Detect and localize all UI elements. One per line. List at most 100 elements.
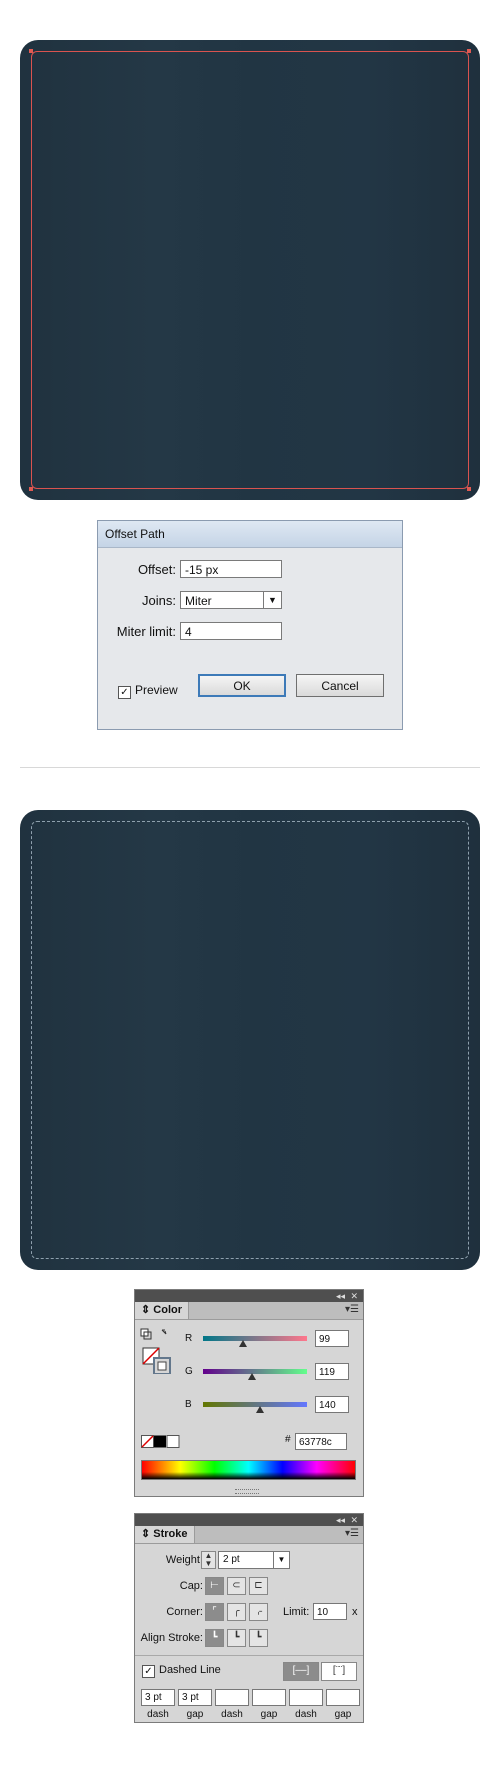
b-input[interactable]: 140 bbox=[315, 1396, 349, 1413]
fill-stroke-indicator[interactable] bbox=[140, 1328, 171, 1375]
panel-menu-icon[interactable]: ▾☰ bbox=[345, 1528, 359, 1539]
preview-checkbox[interactable]: ✓ Preview bbox=[118, 683, 178, 699]
joins-row: Joins: Miter ▼ bbox=[98, 591, 404, 611]
dash-input-1[interactable]: 3 pt bbox=[141, 1689, 175, 1706]
panel-separator bbox=[135, 1655, 363, 1656]
align-stroke-label: Align Stroke: bbox=[140, 1632, 203, 1644]
panel-tabbar: ⇕ Stroke ▾☰ bbox=[135, 1526, 363, 1544]
none-black-white-swatches[interactable] bbox=[141, 1435, 181, 1449]
resize-grip[interactable] bbox=[235, 1489, 259, 1494]
r-thumb[interactable] bbox=[239, 1340, 248, 1347]
b-thumb[interactable] bbox=[256, 1406, 265, 1413]
gap-input-2[interactable] bbox=[252, 1689, 286, 1706]
close-icon[interactable]: ✕ bbox=[350, 1290, 358, 1302]
weight-value: 2 pt bbox=[223, 1554, 240, 1565]
color-spectrum-ramp[interactable] bbox=[141, 1460, 356, 1480]
panel-tabbar: ⇕ Color ▾☰ bbox=[135, 1302, 363, 1320]
joins-label: Joins: bbox=[142, 593, 176, 608]
offset-row: Offset: -15 px bbox=[98, 560, 404, 580]
align-outside-icon[interactable]: ┗ bbox=[249, 1629, 268, 1647]
miter-limit-input[interactable]: 4 bbox=[180, 622, 282, 640]
miter-row: Miter limit: 4 bbox=[98, 622, 404, 642]
align-stroke-row: Align Stroke: ┗ ┗ ┗ bbox=[135, 1629, 365, 1649]
g-label: G bbox=[185, 1366, 193, 1377]
tab-color-label: Color bbox=[153, 1304, 183, 1316]
cancel-button[interactable]: Cancel bbox=[296, 674, 384, 697]
b-label: B bbox=[185, 1399, 192, 1410]
panel-menu-icon[interactable]: ▾☰ bbox=[345, 1304, 359, 1315]
b-track[interactable] bbox=[203, 1402, 307, 1407]
tab-stroke[interactable]: ⇕ Stroke bbox=[135, 1526, 195, 1543]
limit-input[interactable]: 10 bbox=[313, 1603, 347, 1620]
hex-label: # bbox=[285, 1434, 291, 1445]
offset-label: Offset: bbox=[137, 562, 176, 577]
gap-label-3: gap bbox=[334, 1709, 352, 1720]
gap-label-2: gap bbox=[260, 1709, 278, 1720]
weight-stepper[interactable]: ▲ ▼ bbox=[201, 1551, 216, 1569]
collapse-icon[interactable]: ◂◂ bbox=[336, 1514, 345, 1526]
close-icon[interactable]: ✕ bbox=[350, 1514, 358, 1526]
align-center-icon[interactable]: ┗ bbox=[205, 1629, 224, 1647]
anchor-point[interactable] bbox=[467, 487, 471, 491]
section-divider bbox=[20, 767, 480, 768]
miter-limit-label: Miter limit: bbox=[116, 624, 176, 639]
anchor-point[interactable] bbox=[29, 487, 33, 491]
r-label: R bbox=[185, 1333, 193, 1344]
corner-label: Corner: bbox=[166, 1606, 203, 1618]
miter-join-icon[interactable]: ⌜ bbox=[205, 1603, 224, 1621]
color-panel: ◂◂ ✕ ⇕ Color ▾☰ R 99 G 119 B 140 # 63778… bbox=[134, 1289, 364, 1497]
dashed-line-checkbox[interactable]: ✓ Dashed Line bbox=[142, 1664, 221, 1678]
gap-label-1: gap bbox=[186, 1709, 204, 1720]
ok-button[interactable]: OK bbox=[198, 674, 286, 697]
anchor-point[interactable] bbox=[467, 49, 471, 53]
limit-unit: x bbox=[352, 1606, 358, 1618]
tab-stroke-label: Stroke bbox=[153, 1528, 188, 1540]
stroke-panel: ◂◂ ✕ ⇕ Stroke ▾☰ Weight: ▲ ▼ 2 pt ▼ Cap: … bbox=[134, 1513, 364, 1723]
round-cap-icon[interactable]: ⊂ bbox=[227, 1577, 246, 1595]
butt-cap-icon[interactable]: ⊢ bbox=[205, 1577, 224, 1595]
slider-b[interactable]: B 140 bbox=[185, 1396, 355, 1416]
bevel-join-icon[interactable]: ⌌ bbox=[249, 1603, 268, 1621]
dash-label-1: dash bbox=[147, 1709, 169, 1720]
offset-path-outline bbox=[31, 51, 469, 489]
limit-label: Limit: bbox=[283, 1606, 310, 1618]
offset-input[interactable]: -15 px bbox=[180, 560, 282, 578]
weight-label: Weight: bbox=[165, 1554, 203, 1566]
g-thumb[interactable] bbox=[247, 1373, 256, 1380]
preserve-dash-icon[interactable]: [‒‒] bbox=[283, 1662, 319, 1681]
offset-path-dialog: Offset Path Offset: -15 px Joins: Miter … bbox=[97, 520, 403, 730]
align-dash-corners-icon[interactable]: [¨¨] bbox=[321, 1662, 357, 1681]
checkmark-icon[interactable]: ✓ bbox=[142, 1665, 155, 1678]
joins-select[interactable]: Miter ▼ bbox=[180, 591, 282, 609]
collapse-icon[interactable]: ◂◂ bbox=[336, 1290, 345, 1302]
slider-g[interactable]: G 119 bbox=[185, 1363, 355, 1383]
panel-titlebar: ◂◂ ✕ bbox=[135, 1514, 363, 1526]
checkmark-icon[interactable]: ✓ bbox=[118, 686, 131, 699]
weight-input[interactable]: 2 pt ▼ bbox=[218, 1551, 290, 1569]
tab-color[interactable]: ⇕ Color bbox=[135, 1302, 190, 1319]
round-join-icon[interactable]: ╭ bbox=[227, 1603, 246, 1621]
panel-titlebar: ◂◂ ✕ bbox=[135, 1290, 363, 1302]
weight-row: Weight: ▲ ▼ 2 pt ▼ bbox=[135, 1551, 365, 1571]
gap-input-1[interactable]: 3 pt bbox=[178, 1689, 212, 1706]
chevron-down-icon[interactable]: ▼ bbox=[273, 1552, 289, 1568]
artboard-offset-preview bbox=[20, 40, 480, 500]
hex-input[interactable]: 63778c bbox=[295, 1433, 347, 1450]
align-inside-icon[interactable]: ┗ bbox=[227, 1629, 246, 1647]
r-input[interactable]: 99 bbox=[315, 1330, 349, 1347]
g-input[interactable]: 119 bbox=[315, 1363, 349, 1380]
projecting-cap-icon[interactable]: ⊏ bbox=[249, 1577, 268, 1595]
gap-input-3[interactable] bbox=[326, 1689, 360, 1706]
anchor-point[interactable] bbox=[29, 49, 33, 53]
dash-label-3: dash bbox=[295, 1709, 317, 1720]
dialog-title: Offset Path bbox=[98, 521, 402, 548]
slider-r[interactable]: R 99 bbox=[185, 1330, 355, 1350]
dashed-stroke-path bbox=[31, 821, 469, 1259]
dash-input-2[interactable] bbox=[215, 1689, 249, 1706]
chevron-down-icon[interactable]: ▼ bbox=[263, 592, 281, 608]
r-track[interactable] bbox=[203, 1336, 307, 1341]
artboard-dashed-result bbox=[20, 810, 480, 1270]
preview-label: Preview bbox=[135, 683, 178, 697]
dashed-line-label: Dashed Line bbox=[159, 1664, 221, 1676]
dash-input-3[interactable] bbox=[289, 1689, 323, 1706]
